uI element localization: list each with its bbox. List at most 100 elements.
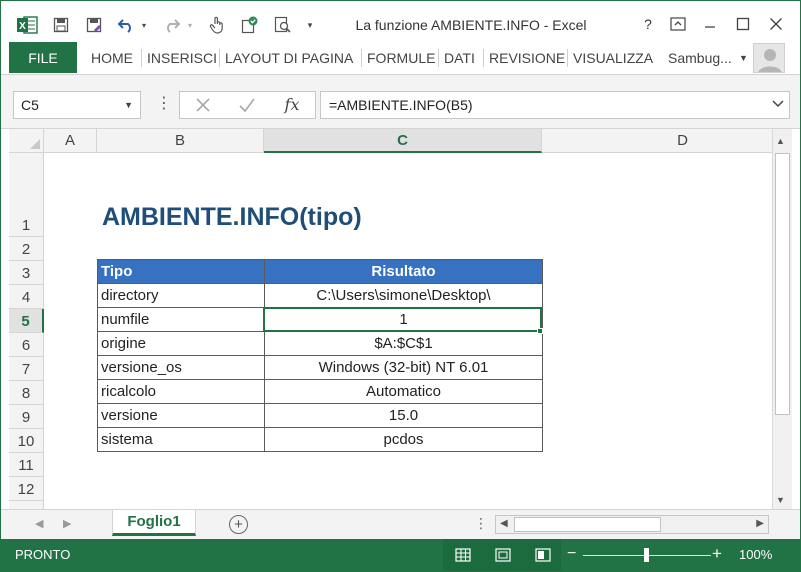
tab-file[interactable]: FILE (9, 42, 77, 73)
row-header-11[interactable]: 11 (9, 453, 44, 477)
worksheet-grid[interactable]: A B C D 1 2 3 4 5 6 7 8 9 10 11 12 AMBIE… (1, 129, 772, 509)
table-row: ricalcolo Automatico (97, 379, 543, 404)
undo-dropdown-icon[interactable]: ▾ (139, 14, 149, 36)
select-all-button[interactable] (9, 129, 44, 153)
tab-home[interactable]: HOME (91, 42, 133, 73)
sheet-tab-bar: ◀ ▶ Foglio1 + ⋮ ◀ ▶ (1, 509, 800, 539)
table-cell-result[interactable]: 15.0 (264, 403, 543, 428)
save-icon[interactable] (50, 14, 72, 36)
page-layout-view-icon[interactable] (493, 545, 513, 565)
minimize-icon[interactable] (697, 12, 723, 36)
horizontal-scrollbar[interactable]: ◀ ▶ (495, 515, 769, 534)
page-break-preview-icon[interactable] (533, 545, 553, 565)
table-cell-type[interactable]: numfile (97, 307, 265, 332)
header-cell-tipo[interactable]: Tipo (97, 259, 265, 284)
column-header-b[interactable]: B (97, 129, 264, 153)
zoom-in-icon[interactable]: + (712, 544, 722, 564)
check-compatibility-icon[interactable] (239, 14, 261, 36)
formula-input[interactable]: =AMBIENTE.INFO(B5) (320, 91, 790, 119)
name-box[interactable]: C5 ▼ (13, 91, 141, 119)
horizontal-scroll-thumb[interactable] (514, 517, 661, 532)
redo-dropdown-icon[interactable]: ▾ (185, 14, 195, 36)
table-cell-type[interactable]: origine (97, 331, 265, 356)
zoom-slider-thumb[interactable] (644, 548, 649, 562)
row-header-1[interactable]: 1 (9, 153, 44, 237)
previous-sheet-icon[interactable]: ◀ (35, 517, 43, 530)
excel-window: X ▾ ▾ ▾ La funzione AMBIENTE.INFO - Exce… (0, 0, 801, 572)
column-header-d[interactable]: D (542, 129, 772, 153)
zoom-level[interactable]: 100% (739, 547, 772, 562)
cancel-icon[interactable] (191, 91, 215, 119)
zoom-out-icon[interactable]: − (567, 545, 576, 563)
tab-separator (483, 49, 484, 67)
row-header-3[interactable]: 3 (9, 261, 44, 285)
next-sheet-icon[interactable]: ▶ (63, 517, 71, 530)
row-header-12[interactable]: 12 (9, 477, 44, 501)
column-header-c[interactable]: C (264, 129, 542, 153)
sheet-tab-foglio1[interactable]: Foglio1 (112, 510, 196, 536)
redo-icon[interactable] (161, 14, 183, 36)
row-header-13-partial[interactable] (9, 501, 44, 509)
tab-page-layout[interactable]: LAYOUT DI PAGINA (225, 42, 353, 73)
ribbon-display-options-icon[interactable] (665, 12, 691, 36)
print-preview-icon[interactable] (272, 14, 294, 36)
more-options-icon[interactable]: ⋮ (156, 93, 172, 113)
row-header-6[interactable]: 6 (9, 333, 44, 357)
table-row: versione_os Windows (32-bit) NT 6.01 (97, 355, 543, 380)
maximize-icon[interactable] (730, 12, 756, 36)
more-sheets-icon[interactable]: ⋮ (474, 515, 488, 532)
row-header-7[interactable]: 7 (9, 357, 44, 381)
account-dropdown-icon[interactable]: ▼ (739, 42, 748, 73)
scroll-down-icon[interactable]: ▼ (776, 495, 785, 505)
column-header-a[interactable]: A (44, 129, 97, 153)
new-sheet-icon[interactable]: + (229, 515, 248, 534)
scroll-right-icon[interactable]: ▶ (756, 518, 764, 529)
table-cell-type[interactable]: ricalcolo (97, 379, 265, 404)
info-table: Tipo Risultato directory C:\Users\simone… (97, 259, 543, 452)
row-header-8[interactable]: 8 (9, 381, 44, 405)
row-header-4[interactable]: 4 (9, 285, 44, 309)
table-cell-type[interactable]: versione_os (97, 355, 265, 380)
tab-insert[interactable]: INSERISCI (147, 42, 217, 73)
row-header-9[interactable]: 9 (9, 405, 44, 429)
row-header-10[interactable]: 10 (9, 429, 44, 453)
vertical-scroll-thumb[interactable] (775, 153, 790, 415)
table-cell-type[interactable]: sistema (97, 427, 265, 452)
table-cell-result[interactable]: pcdos (264, 427, 543, 452)
scroll-left-icon[interactable]: ◀ (500, 518, 508, 529)
enter-check-icon[interactable] (235, 91, 259, 119)
tab-view[interactable]: VISUALIZZA (573, 42, 653, 73)
insert-function-icon[interactable]: fx (279, 91, 305, 119)
row-header-2[interactable]: 2 (9, 237, 44, 261)
table-cell-result[interactable]: C:\Users\simone\Desktop\ (264, 283, 543, 308)
normal-view-icon[interactable] (453, 545, 473, 565)
save-as-icon[interactable] (83, 14, 105, 36)
fill-handle[interactable] (537, 328, 543, 334)
avatar[interactable] (753, 43, 785, 73)
row-header-5[interactable]: 5 (9, 309, 44, 333)
svg-text:fx: fx (284, 95, 300, 114)
expand-formula-bar-icon[interactable] (771, 97, 785, 114)
customize-qat-icon[interactable]: ▾ (304, 14, 316, 36)
tab-data[interactable]: DATI (444, 42, 475, 73)
chevron-down-icon[interactable]: ▼ (124, 100, 133, 110)
table-cell-result[interactable]: Automatico (264, 379, 543, 404)
table-cell-type[interactable]: versione (97, 403, 265, 428)
sheet-title[interactable]: AMBIENTE.INFO(tipo) (102, 203, 362, 232)
undo-icon[interactable] (115, 14, 137, 36)
table-cell-result[interactable]: $A:$C$1 (264, 331, 543, 356)
tab-review[interactable]: REVISIONE (489, 42, 565, 73)
table-cell-result[interactable]: 1 (264, 307, 543, 332)
help-button[interactable]: ? (635, 12, 661, 36)
table-row: directory C:\Users\simone\Desktop\ (97, 283, 543, 308)
account-name[interactable]: Sambug... (668, 42, 732, 73)
header-cell-risultato[interactable]: Risultato (264, 259, 543, 284)
table-cell-type[interactable]: directory (97, 283, 265, 308)
close-icon[interactable] (763, 12, 789, 36)
table-cell-result[interactable]: Windows (32-bit) NT 6.01 (264, 355, 543, 380)
scroll-up-icon[interactable]: ▲ (776, 136, 785, 146)
table-row: sistema pcdos (97, 427, 543, 452)
tab-formulas[interactable]: FORMULE (367, 42, 435, 73)
vertical-scrollbar[interactable]: ▲ ▼ (772, 129, 792, 509)
touch-mode-icon[interactable] (206, 14, 228, 36)
